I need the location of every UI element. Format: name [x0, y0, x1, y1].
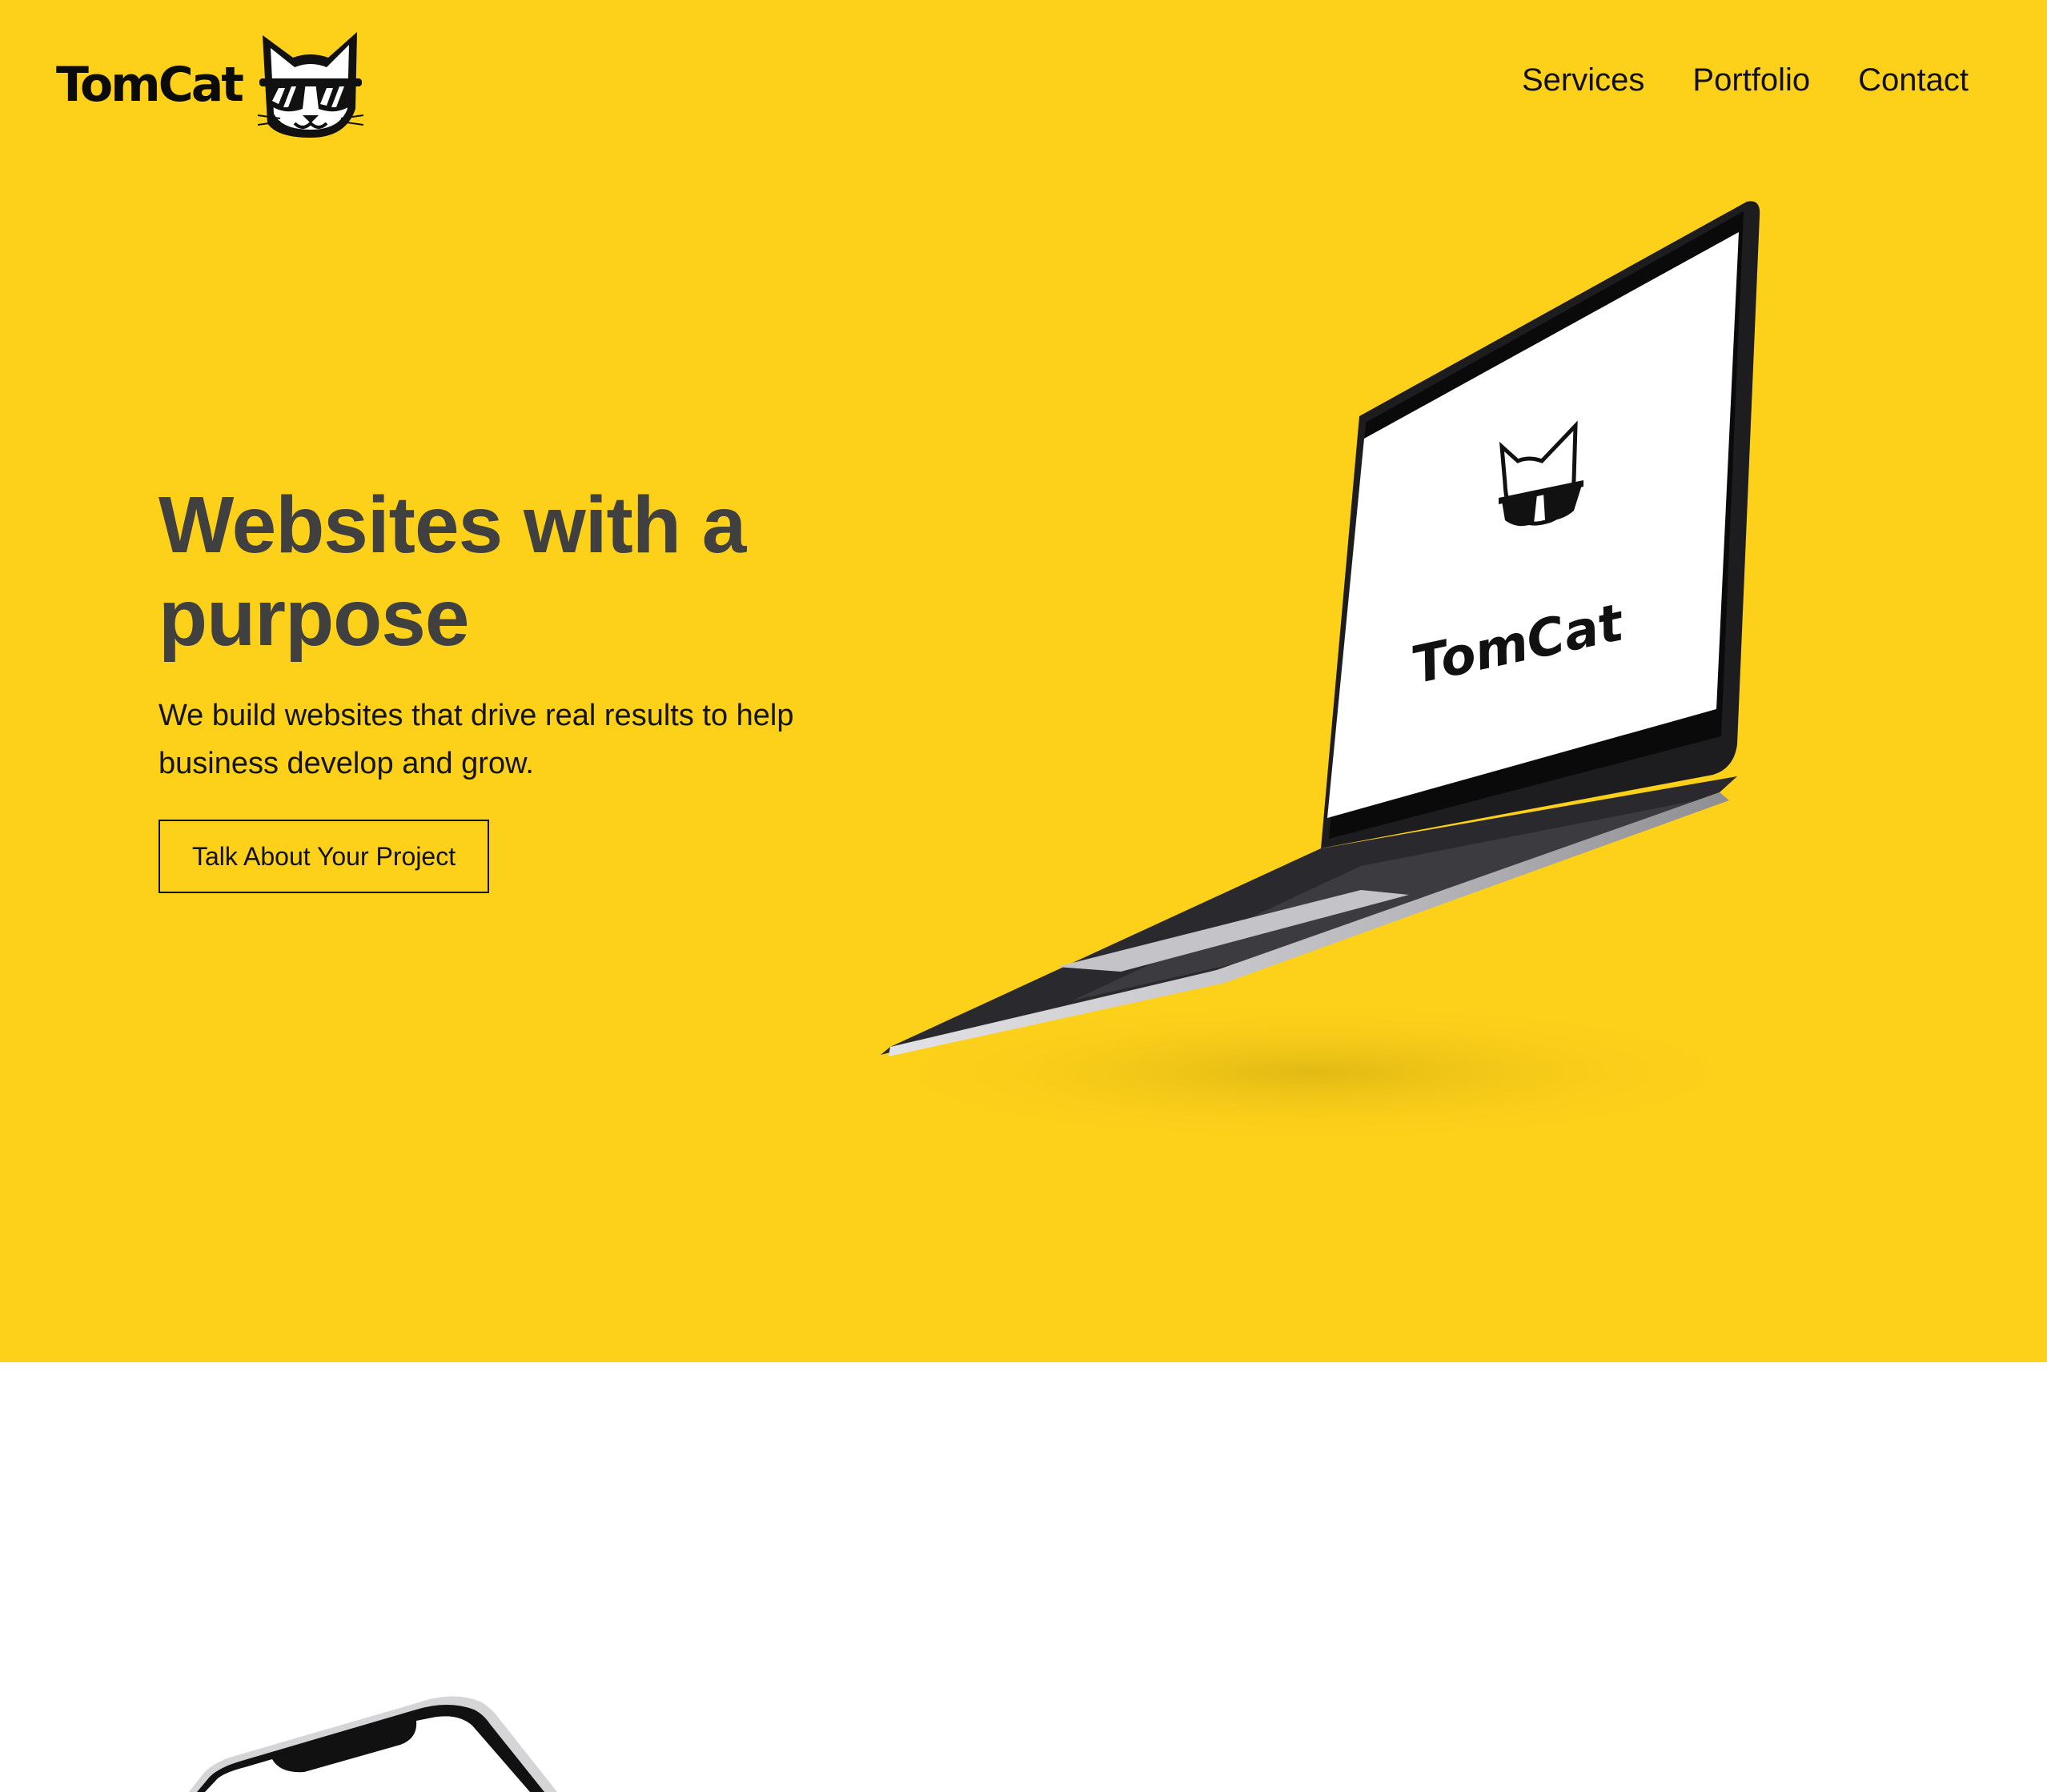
phone-mockup-image: [189, 1696, 557, 1792]
hero-subtitle: We build websites that drive real result…: [159, 699, 794, 780]
brand-logo-link[interactable]: TomCat: [56, 29, 365, 141]
site-header: TomCat Services Portfolio Contact: [0, 0, 2047, 160]
hero-section: TomCat Services Portfolio Contact Websit…: [0, 0, 2047, 1362]
nav-link-portfolio[interactable]: Portfolio: [1692, 56, 1810, 104]
nav-link-services[interactable]: Services: [1522, 56, 1644, 104]
hero-title: Websites with a purpose: [159, 480, 746, 663]
hero-copy: Websites with a purpose We build website…: [159, 479, 927, 893]
talk-about-project-button[interactable]: Talk About Your Project: [159, 820, 490, 893]
brand-wordmark: TomCat: [56, 57, 244, 113]
nav-link-contact[interactable]: Contact: [1858, 56, 1969, 104]
main-nav: Services Portfolio Contact: [1522, 56, 1969, 104]
cool-cat-sunglasses-icon: [257, 32, 364, 138]
laptop-mockup-image: TomCat: [865, 201, 1761, 1145]
